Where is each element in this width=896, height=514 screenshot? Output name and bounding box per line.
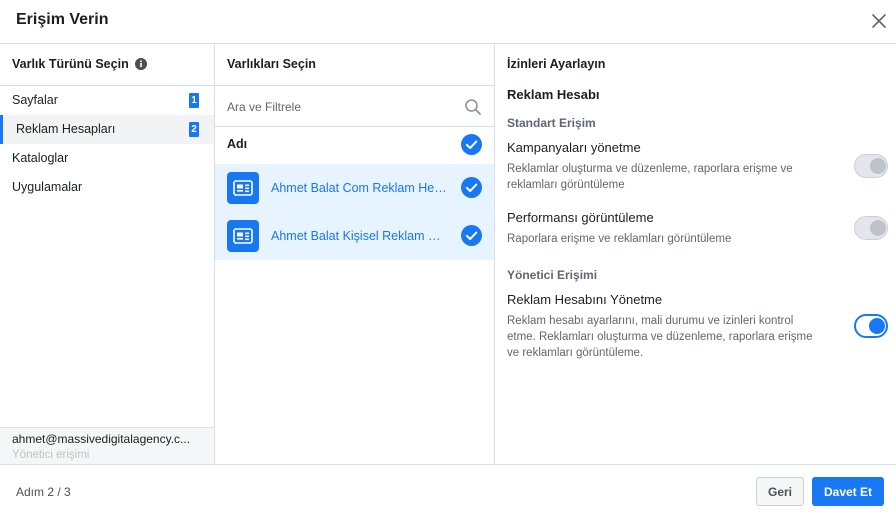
asset-row[interactable]: Ahmet Balat Kişisel Reklam Hesabı (215, 212, 494, 260)
check-circle-icon[interactable] (461, 225, 482, 246)
search-icon[interactable] (464, 98, 482, 116)
user-email: ahmet@massivedigitalagency.c... (12, 432, 191, 446)
asset-type-label: Sayfalar (12, 93, 58, 107)
user-role: Yönetici erişimi (12, 449, 90, 461)
permissions-title: İzinleri Ayarlayın (507, 57, 606, 71)
dialog-footer: Adım 2 / 3 Geri Davet Et (0, 464, 896, 514)
invite-button[interactable]: Davet Et (812, 477, 884, 506)
permission-title: Reklam Hesabını Yönetme (507, 292, 663, 307)
asset-type-item-pages[interactable]: Sayfalar 1 (0, 86, 214, 115)
dialog-header: Erişim Verin (0, 0, 896, 44)
assets-panel: Varlıkları Seçin Adı (215, 44, 495, 464)
select-all-check-icon[interactable] (461, 134, 482, 155)
step-indicator: Adım 2 / 3 (16, 485, 71, 499)
selected-count-badge: 2 (189, 122, 199, 137)
manage-ad-account-toggle[interactable] (854, 314, 888, 338)
asset-type-label: Kataloglar (12, 151, 69, 165)
asset-type-header: Varlık Türünü Seçin (0, 44, 214, 86)
asset-type-title: Varlık Türünü Seçin (12, 57, 129, 71)
toggle-knob (870, 158, 886, 174)
close-button[interactable] (868, 10, 890, 32)
asset-row[interactable]: Ahmet Balat Com Reklam Hesabı (215, 164, 494, 212)
info-icon[interactable] (135, 58, 148, 70)
selected-count-badge: 1 (189, 93, 199, 108)
admin-access-label: Yönetici Erişimi (507, 268, 598, 282)
permission-description: Raporlara erişme ve reklamları görüntüle… (507, 233, 732, 245)
close-icon (872, 14, 886, 28)
search-bar (215, 86, 494, 127)
toggle-knob (870, 220, 886, 236)
assets-header: Varlıkları Seçin (215, 44, 494, 86)
asset-type-item-ad-accounts[interactable]: Reklam Hesapları 2 (0, 115, 214, 144)
permission-title: Performansı görüntüleme (507, 210, 654, 225)
asset-name: Ahmet Balat Kişisel Reklam Hesabı (271, 229, 449, 243)
permission-description: Reklam hesabı ayarlarını, mali durumu ve… (507, 315, 813, 359)
standard-access-label: Standart Erişim (507, 116, 596, 130)
permissions-panel: İzinleri Ayarlayın Reklam Hesabı Standar… (495, 44, 896, 464)
asset-type-panel: Varlık Türünü Seçin Sayfalar 1 Reklam He… (0, 44, 215, 464)
assets-title: Varlıkları Seçin (227, 57, 316, 71)
access-dialog: Erişim Verin Varlık Türünü Seçin Sayfala… (0, 0, 896, 514)
ad-account-icon (227, 172, 259, 204)
asset-type-item-catalogs[interactable]: Kataloglar (0, 144, 214, 173)
search-input[interactable] (227, 95, 457, 119)
asset-type-item-apps[interactable]: Uygulamalar (0, 173, 214, 202)
name-column-header: Adı (215, 127, 494, 163)
dialog-title: Erişim Verin (16, 11, 109, 28)
permissions-header: İzinleri Ayarlayın (495, 44, 896, 86)
asset-name: Ahmet Balat Com Reklam Hesabı (271, 181, 449, 195)
invited-user-info: ahmet@massivedigitalagency.c... Yönetici… (0, 427, 214, 464)
permission-description: Reklamlar oluşturma ve düzenleme, raporl… (507, 163, 793, 191)
toggle-knob (869, 318, 885, 334)
asset-type-label: Uygulamalar (12, 180, 83, 194)
permission-asset-title: Reklam Hesabı (507, 87, 600, 102)
ad-account-icon (227, 220, 259, 252)
permission-title: Kampanyaları yönetme (507, 140, 641, 155)
back-button[interactable]: Geri (756, 477, 804, 506)
manage-campaigns-toggle[interactable] (854, 154, 888, 178)
asset-type-label: Reklam Hesapları (16, 122, 116, 136)
active-indicator (0, 115, 3, 144)
check-circle-icon[interactable] (461, 177, 482, 198)
view-performance-toggle[interactable] (854, 216, 888, 240)
name-header-label: Adı (227, 137, 248, 151)
